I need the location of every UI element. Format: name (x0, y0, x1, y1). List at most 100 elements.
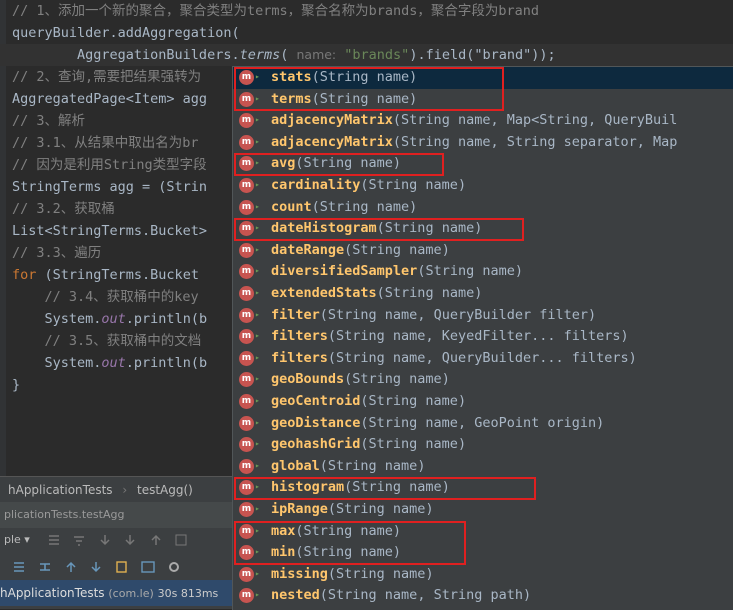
method-params: (String name) (360, 436, 467, 453)
completion-text: geoBounds(String name) (271, 369, 450, 391)
static-public-icon: ▸ (255, 374, 260, 384)
method-icon: m (239, 264, 254, 280)
code-string: "brands" (336, 47, 410, 63)
method-name: extendedStats (271, 285, 377, 301)
method-params: (String name) (311, 198, 418, 215)
code-line-1: // 1、添加一个新的聚合，聚合类型为terms，聚合名称为brands，聚合字… (12, 3, 540, 19)
completion-item[interactable]: m ▸ global(String name) (233, 456, 733, 478)
method-icon: m (239, 178, 254, 193)
completion-text: nested(String name, String path) (271, 585, 531, 607)
completion-item[interactable]: m ▸ filters(String name, KeyedFilter... fi… (233, 326, 733, 348)
completion-item[interactable]: m ▸ filter(String name, QueryBuilder filte… (233, 305, 733, 327)
method-name: adjacencyMatrix (271, 112, 393, 129)
method-icon: m (239, 329, 254, 345)
run-config-label[interactable]: ple ▾ (4, 533, 30, 546)
completion-text: adjacencyMatrix(String name, Map<String,… (271, 110, 677, 132)
method-params: (String name, KeyedFilter... filters) (327, 328, 629, 345)
export-results-icon[interactable] (115, 560, 129, 574)
method-params: (String name) (327, 565, 434, 582)
method-params: (String name) (344, 241, 450, 258)
code-line-3: AggregationBuilders.terms( name: "brands… (12, 44, 556, 66)
completion-item[interactable]: m ▸ geoDistance(String name, GeoPoint orig… (233, 413, 733, 435)
test-result-time: 30s 813ms (157, 587, 219, 600)
completion-item[interactable]: m ▸ adjacencyMatrix(String name, Map<Strin… (233, 110, 733, 132)
completion-item[interactable]: m ▸ diversifiedSampler(String name) (233, 261, 733, 283)
method-name: global (271, 457, 320, 474)
sort-icon[interactable] (47, 533, 61, 547)
completion-item[interactable]: m ▸ extendedStats(String name) (233, 283, 733, 305)
completion-item[interactable]: m ▸ geoBounds(String name) (233, 369, 733, 391)
static-public-icon: ▸ (255, 266, 260, 276)
completion-item[interactable]: m ▸ cardinality(String name) (233, 175, 733, 197)
test-result-package: (com.le) (108, 587, 154, 600)
completion-text: filter(String name, QueryBuilder filter) (271, 305, 596, 327)
method-icon: m (239, 307, 254, 323)
run-tab[interactable]: plicationTests.testAgg (0, 502, 237, 528)
code-completion-popup[interactable]: m ▸ stats(String name) m ▸ terms(String name)… (232, 66, 733, 610)
code-segment: ( (280, 47, 297, 63)
code-segment: AggregationBuilders. (12, 47, 240, 63)
completion-text: filters(String name, KeyedFilter... filt… (271, 326, 629, 348)
completion-item[interactable]: m ▸ nested(String name, String path) (233, 585, 733, 607)
code-static-field: out (101, 355, 126, 371)
test-result-row[interactable]: hApplicationTests (com.le) 30s 813ms (0, 580, 233, 606)
completion-item[interactable]: m ▸ filters(String name, QueryBuilder... f… (233, 348, 733, 370)
completion-item[interactable]: m ▸ geohashGrid(String name) (233, 434, 733, 456)
import-results-icon[interactable] (141, 560, 155, 574)
static-public-icon: ▸ (255, 201, 260, 211)
method-icon: m (239, 437, 254, 453)
code-line-9: StringTerms agg = (Strin (12, 179, 208, 195)
method-icon: m (239, 286, 254, 301)
method-name: nested (271, 587, 320, 604)
method-params: (String name, Map<String, QueryBuil (392, 112, 678, 129)
method-name: dateRange (271, 241, 345, 258)
completion-item[interactable]: m ▸ dateRange(String name) (233, 240, 733, 262)
static-public-icon: ▸ (255, 288, 260, 297)
highlight-box (234, 218, 524, 241)
method-params: (String name, QueryBuilder filter) (319, 306, 597, 323)
code-segment: System. (12, 355, 102, 371)
down-arrow-icon[interactable] (123, 533, 137, 547)
run-toolbar-bottom (0, 553, 245, 579)
static-public-icon: ▸ (255, 504, 260, 513)
next-test-icon[interactable] (89, 560, 103, 574)
method-name: cardinality (271, 177, 361, 193)
method-params: (String name) (344, 371, 450, 388)
breadcrumb-class[interactable]: hApplicationTests (8, 483, 113, 497)
run-tab-label: plicationTests.testAgg (4, 508, 125, 521)
completion-item[interactable]: m ▸ adjacencyMatrix(String name, String se… (233, 132, 733, 154)
export-icon[interactable] (174, 533, 188, 547)
method-params: (String name) (327, 501, 434, 517)
settings-icon[interactable] (167, 560, 181, 574)
code-line-15: System.out.println(b (12, 308, 208, 330)
static-public-icon: ▸ (255, 590, 260, 600)
method-name: filters (271, 328, 328, 345)
sort-alpha-icon[interactable] (72, 533, 86, 547)
breadcrumb-separator: › (122, 483, 128, 497)
breadcrumb-method[interactable]: testAgg() (137, 483, 193, 497)
method-params: (String name) (319, 457, 426, 474)
code-segment: (StringTerms.Bucket (36, 267, 199, 283)
code-line-8: // 因为是利用String类型字段 (12, 157, 207, 173)
completion-item[interactable]: m ▸ count(String name) (233, 197, 733, 219)
method-params: (String name) (376, 285, 483, 301)
run-panel: hApplicationTests › testAgg() plicationT… (0, 476, 241, 609)
code-line-16: // 3.5、获取桶中的文档 (12, 333, 202, 349)
method-icon: m (239, 415, 254, 431)
method-icon: m (239, 588, 254, 604)
method-icon: m (239, 502, 254, 517)
completion-item[interactable]: m ▸ geoCentroid(String name) (233, 391, 733, 413)
code-segment: .println(b (125, 311, 208, 327)
collapse-all-icon[interactable] (38, 560, 52, 574)
expand-all-icon[interactable] (12, 560, 26, 574)
completion-text: cardinality(String name) (271, 175, 466, 197)
completion-item[interactable]: m ▸ missing(String name) (233, 564, 733, 586)
highlight-box (234, 520, 466, 565)
previous-test-icon[interactable] (64, 560, 78, 574)
completion-item[interactable]: m ▸ ipRange(String name) (233, 499, 733, 521)
breadcrumb: hApplicationTests › testAgg() (0, 476, 241, 503)
method-icon: m (239, 134, 254, 150)
down-arrow-icon[interactable] (98, 533, 112, 547)
code-static-field: out (101, 311, 126, 327)
up-arrow-icon[interactable] (149, 533, 163, 547)
